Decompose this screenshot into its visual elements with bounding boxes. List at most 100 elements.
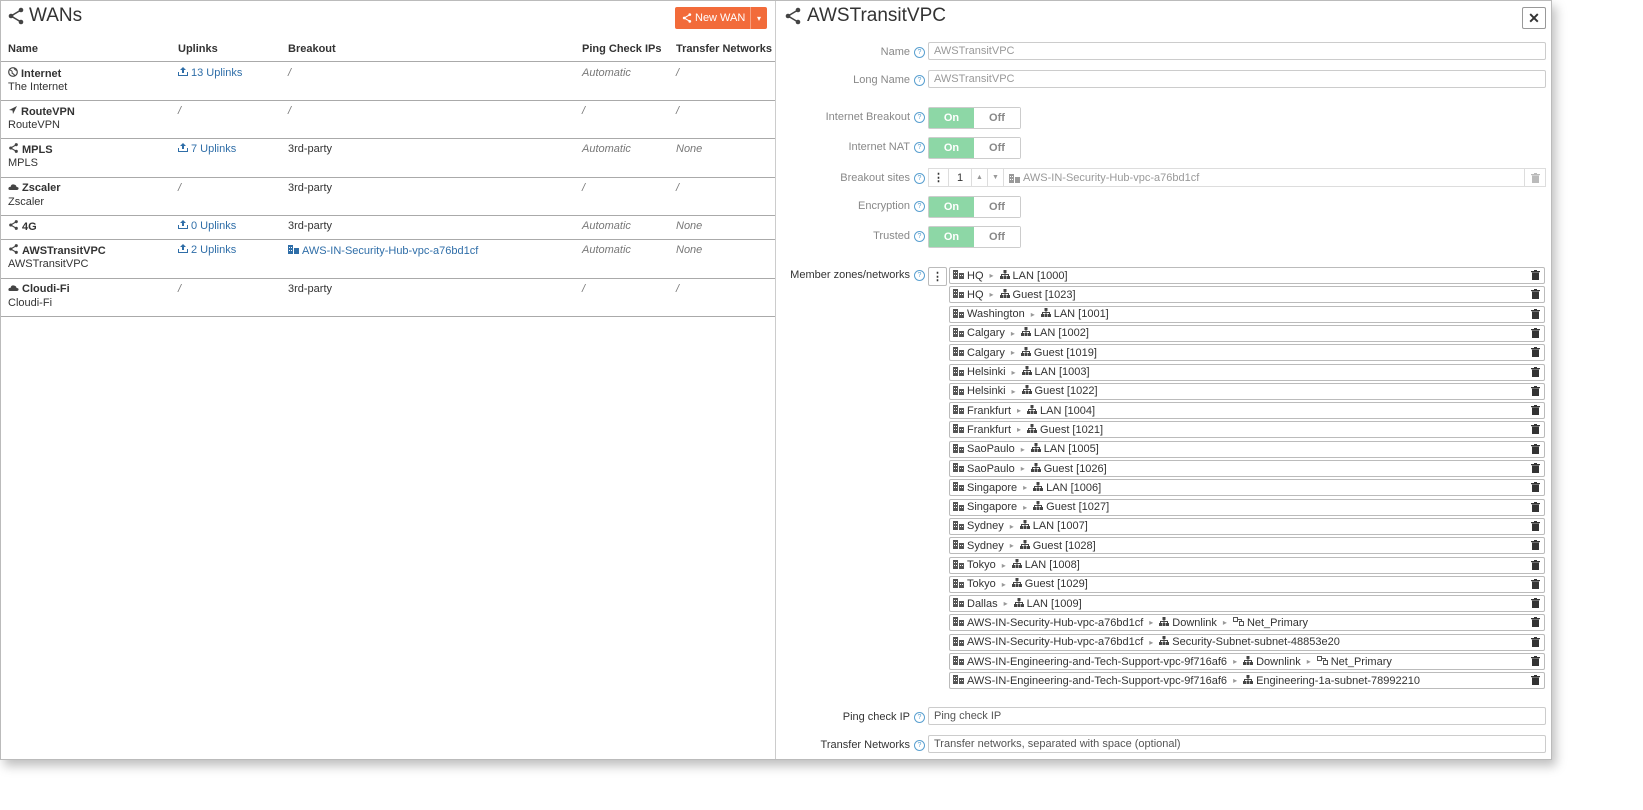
column-header-breakout[interactable]: Breakout [288,43,336,55]
member-row[interactable]: Singapore ▸ LAN [1006] [949,479,1545,497]
trash-icon[interactable] [1529,308,1541,320]
trash-icon[interactable] [1529,597,1541,609]
close-button[interactable]: ✕ [1522,7,1546,29]
trash-icon[interactable] [1529,520,1541,532]
trash-icon[interactable] [1529,327,1541,339]
transfer-networks-input[interactable]: Transfer networks, separated with space … [928,735,1546,753]
member-row[interactable]: SaoPaulo ▸ LAN [1005] [949,440,1545,458]
internet-breakout-toggle[interactable]: On Off [928,107,1021,129]
help-icon[interactable]: ? [914,739,925,751]
toggle-off[interactable]: Off [974,227,1020,247]
trash-icon[interactable] [1529,674,1541,686]
uplinks-link[interactable]: 0 Uplinks [178,220,236,232]
help-icon[interactable]: ? [914,46,925,58]
member-row[interactable]: AWS-IN-Security-Hub-vpc-a76bd1cf ▸ Securit… [949,633,1545,651]
table-row[interactable]: AWSTransitVPC AWSTransitVPC 2 Uplinks AWS-I… [1,239,775,279]
help-icon[interactable]: ? [914,74,925,86]
wan-name[interactable]: Internet [8,67,61,80]
toggle-off[interactable]: Off [974,138,1020,158]
table-row[interactable]: Zscaler Zscaler / 3rd-party / / [1,177,775,216]
member-row[interactable]: AWS-IN-Engineering-and-Tech-Support-vpc-… [949,653,1545,670]
toggle-on[interactable]: On [929,227,974,247]
wan-name[interactable]: Zscaler [8,182,61,194]
arrow-up-icon[interactable]: ▲ [972,169,988,186]
member-row[interactable]: Calgary ▸ Guest [1019] [949,344,1545,362]
member-row[interactable]: SaoPaulo ▸ Guest [1026] [949,460,1545,477]
trash-icon[interactable] [1529,404,1541,416]
trash-icon[interactable] [1529,462,1541,474]
column-header-transfer[interactable]: Transfer Networks [676,43,772,55]
trash-icon[interactable] [1529,423,1541,435]
chevron-down-icon[interactable]: ▾ [750,7,767,29]
member-row[interactable]: Helsinki ▸ LAN [1003] [949,363,1545,381]
trash-icon[interactable] [1524,169,1545,186]
wan-name[interactable]: AWSTransitVPC [8,244,106,257]
wan-name[interactable]: MPLS [8,143,53,156]
member-row[interactable]: Washington ▸ LAN [1001] [949,305,1545,323]
member-row[interactable]: Sydney ▸ Guest [1028] [949,537,1545,555]
column-header-uplinks[interactable]: Uplinks [178,43,218,55]
member-row[interactable]: Frankfurt ▸ LAN [1004] [949,402,1545,420]
trash-icon[interactable] [1529,501,1541,513]
trash-icon[interactable] [1529,346,1541,358]
uplinks-link[interactable]: 13 Uplinks [178,67,242,79]
arrow-down-icon[interactable]: ▼ [988,169,1004,186]
toggle-off[interactable]: Off [974,197,1020,217]
toggle-off[interactable]: Off [974,108,1020,128]
help-icon[interactable]: ? [914,111,925,123]
member-row[interactable]: Calgary ▸ LAN [1002] [949,324,1545,342]
table-row[interactable]: RouteVPN RouteVPN / / / / [1,100,775,139]
help-icon[interactable]: ? [914,141,925,153]
help-icon[interactable]: ? [914,230,925,242]
trash-icon[interactable] [1529,539,1541,551]
trash-icon[interactable] [1529,443,1541,455]
ping-check-input[interactable]: Ping check IP [928,707,1546,725]
trusted-toggle[interactable]: On Off [928,226,1021,248]
longname-input[interactable]: AWSTransitVPC [928,70,1546,88]
trash-icon[interactable] [1529,481,1541,493]
member-row[interactable]: Singapore ▸ Guest [1027] [949,498,1545,516]
member-row[interactable]: AWS-IN-Engineering-and-Tech-Support-vpc-… [949,672,1545,690]
help-icon[interactable]: ? [914,200,925,212]
trash-icon[interactable] [1529,616,1541,628]
trash-icon[interactable] [1529,559,1541,571]
toggle-on[interactable]: On [929,197,974,217]
table-row[interactable]: MPLS MPLS 7 Uplinks 3rd-party Automatic None [1,138,775,178]
trash-icon[interactable] [1529,578,1541,590]
wan-name[interactable]: Cloudi-Fi [8,283,70,295]
encryption-toggle[interactable]: On Off [928,196,1021,218]
kebab-menu-icon[interactable]: ⋮ [929,169,949,186]
toggle-on[interactable]: On [929,138,974,158]
member-row[interactable]: Dallas ▸ LAN [1009] [949,595,1545,613]
table-row[interactable]: 4G 0 Uplinks 3rd-party Automatic None [1,215,775,240]
member-row[interactable]: AWS-IN-Security-Hub-vpc-a76bd1cf ▸ Downlin… [949,614,1545,632]
wan-name[interactable]: 4G [8,220,37,233]
member-row[interactable]: Tokyo ▸ LAN [1008] [949,556,1545,574]
wan-name[interactable]: RouteVPN [8,105,75,118]
trash-icon[interactable] [1529,385,1541,397]
internet-nat-toggle[interactable]: On Off [928,137,1021,159]
breakout-link[interactable]: AWS-IN-Security-Hub-vpc-a76bd1cf [288,244,478,257]
help-icon[interactable]: ? [914,269,925,281]
member-row[interactable]: Frankfurt ▸ Guest [1021] [949,421,1545,439]
member-row[interactable]: Helsinki ▸ Guest [1022] [949,382,1545,400]
member-row[interactable]: Sydney ▸ LAN [1007] [949,517,1545,535]
member-row[interactable]: HQ ▸ Guest [1023] [949,286,1545,304]
help-icon[interactable]: ? [914,172,925,184]
help-icon[interactable]: ? [914,711,925,723]
uplinks-link[interactable]: 2 Uplinks [178,244,236,256]
trash-icon[interactable] [1529,366,1541,378]
trash-icon[interactable] [1529,636,1541,648]
table-row[interactable]: Cloudi-Fi Cloudi-Fi / 3rd-party / / [1,278,775,317]
new-wan-button[interactable]: New WAN ▾ [675,7,767,29]
name-input[interactable]: AWSTransitVPC [928,42,1546,60]
trash-icon[interactable] [1529,655,1541,667]
member-row[interactable]: Tokyo ▸ Guest [1029] [949,575,1545,593]
trash-icon[interactable] [1529,269,1541,281]
member-row[interactable]: HQ ▸ LAN [1000] [949,267,1545,284]
breakout-site-priority[interactable]: 1 [949,169,972,186]
toggle-on[interactable]: On [929,108,974,128]
trash-icon[interactable] [1529,288,1541,300]
uplinks-link[interactable]: 7 Uplinks [178,143,236,155]
kebab-menu-icon[interactable]: ⋮ [928,267,947,286]
